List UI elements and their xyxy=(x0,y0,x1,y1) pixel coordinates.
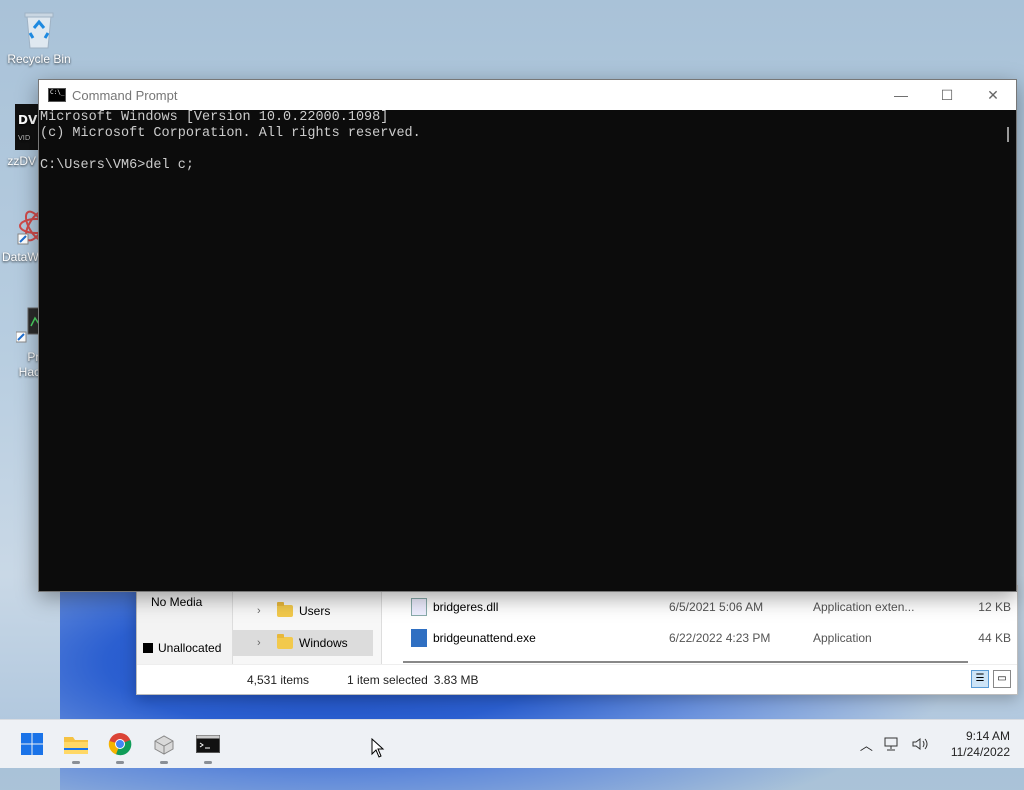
file-explorer-window[interactable]: No Media Unallocated › Users › Windows b… xyxy=(136,585,1018,695)
window-title: Command Prompt xyxy=(72,87,178,103)
vertical-scrollbar[interactable] xyxy=(1000,110,1016,591)
file-name: bridgeres.dll xyxy=(433,600,499,614)
recycle-bin-icon xyxy=(19,8,59,49)
clock-date: 11/24/2022 xyxy=(950,745,1010,759)
file-type: Application xyxy=(813,631,872,645)
running-indicator xyxy=(160,761,168,764)
window-controls: — ☐ ✕ xyxy=(878,80,1016,110)
title-bar[interactable]: Command Prompt — ☐ ✕ xyxy=(39,80,1016,110)
taskbar-command-prompt[interactable] xyxy=(192,728,224,764)
item-count: 4,531 items xyxy=(247,673,310,687)
volume-icon[interactable] xyxy=(911,736,929,752)
file-row[interactable]: bridgeunattend.exe 6/22/2022 4:23 PM App… xyxy=(395,624,1017,652)
unallocated-legend: Unallocated xyxy=(143,641,221,655)
file-size: 12 KB xyxy=(978,600,1011,614)
taskbar-chrome[interactable] xyxy=(104,728,136,764)
file-name: bridgeunattend.exe xyxy=(433,631,536,645)
view-toggle: ☰ ▭ xyxy=(971,670,1011,688)
svg-text:VID: VID xyxy=(18,134,30,142)
console-output[interactable]: Microsoft Windows [Version 10.0.22000.10… xyxy=(39,110,1000,591)
unallocated-label: Unallocated xyxy=(158,641,222,655)
desktop-icon-label: Recycle Bin xyxy=(7,52,71,66)
chrome-icon xyxy=(108,733,132,756)
large-icons-view-icon[interactable]: ▭ xyxy=(993,670,1011,688)
tree-item-windows[interactable]: › Windows xyxy=(233,630,373,656)
taskbar-file-explorer[interactable] xyxy=(60,728,92,764)
folder-icon xyxy=(277,634,293,649)
tree-item-users[interactable]: › Users xyxy=(233,598,373,624)
close-button[interactable]: ✕ xyxy=(970,80,1016,110)
exe-file-icon xyxy=(411,629,427,647)
windows-start-icon xyxy=(21,733,43,755)
running-indicator xyxy=(72,761,80,764)
drive-panel: No Media Unallocated xyxy=(137,586,233,664)
generic-app-icon xyxy=(154,735,174,755)
file-type: Application exten... xyxy=(813,600,915,614)
folder-icon xyxy=(277,602,293,617)
no-media-label: No Media xyxy=(151,595,203,609)
file-list: bridgeres.dll 6/5/2021 5:06 AM Applicati… xyxy=(395,586,1017,664)
running-indicator xyxy=(116,761,124,764)
selection-count: 1 item selected xyxy=(347,673,428,687)
file-date: 6/22/2022 4:23 PM xyxy=(669,631,771,645)
tree-item-label: Windows xyxy=(299,636,348,650)
svg-text:DV: DV xyxy=(18,113,38,127)
file-explorer-icon xyxy=(64,737,88,754)
network-icon[interactable] xyxy=(883,736,901,752)
dll-file-icon xyxy=(411,598,427,616)
status-bar: 4,531 items 1 item selected 3.83 MB xyxy=(137,664,1017,695)
horizontal-scrollbar[interactable] xyxy=(403,661,968,663)
clock-time: 9:14 AM xyxy=(965,729,1010,743)
scrollbar-thumb[interactable] xyxy=(1007,127,1009,142)
cmd-icon xyxy=(48,88,66,102)
mouse-cursor-icon xyxy=(371,738,385,758)
unallocated-swatch xyxy=(143,643,153,653)
file-size: 44 KB xyxy=(978,631,1011,645)
start-button[interactable] xyxy=(16,728,48,760)
file-date: 6/5/2021 5:06 AM xyxy=(669,600,764,614)
minimize-button[interactable]: — xyxy=(878,80,924,110)
navigation-tree: › Users › Windows xyxy=(233,586,382,664)
desktop-icon-recycle-bin[interactable]: Recycle Bin xyxy=(1,8,77,66)
system-tray: ︿ 9:14 AM 11/24/2022 xyxy=(860,720,1010,768)
chevron-right-icon[interactable]: › xyxy=(257,605,271,617)
cmd-icon xyxy=(196,735,220,753)
taskbar-app[interactable] xyxy=(148,728,180,764)
tree-item-label: Users xyxy=(299,604,331,618)
chevron-right-icon[interactable]: › xyxy=(257,637,271,649)
clock[interactable]: 9:14 AM 11/24/2022 xyxy=(951,728,1010,760)
command-prompt-window[interactable]: Command Prompt — ☐ ✕ Microsoft Windows [… xyxy=(38,79,1017,592)
file-row[interactable]: bridgeres.dll 6/5/2021 5:06 AM Applicati… xyxy=(395,593,1017,621)
selection-size: 3.83 MB xyxy=(433,673,479,687)
taskbar: ︿ 9:14 AM 11/24/2022 xyxy=(0,719,1024,768)
maximize-button[interactable]: ☐ xyxy=(924,80,970,110)
running-indicator xyxy=(204,761,212,764)
details-view-icon[interactable]: ☰ xyxy=(971,670,989,688)
chevron-up-icon[interactable]: ︿ xyxy=(860,735,873,754)
